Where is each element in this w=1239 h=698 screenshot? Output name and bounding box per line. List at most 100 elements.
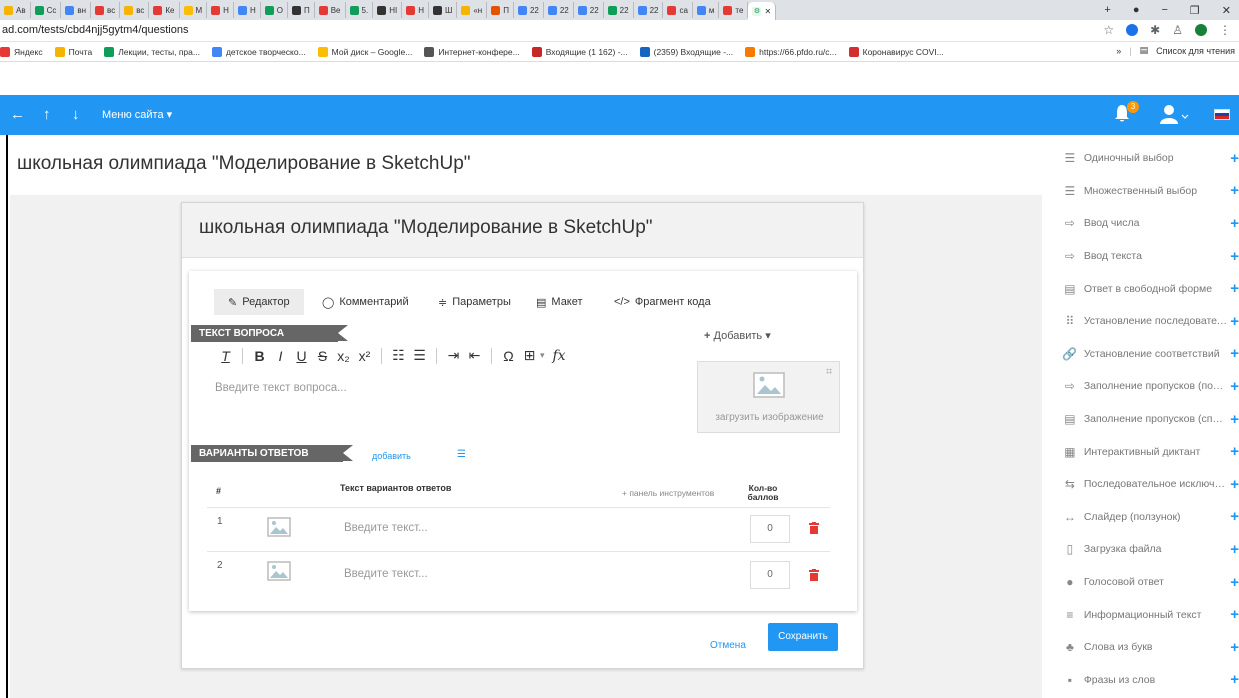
bookmark-item[interactable]: Лекции, тесты, пра... — [104, 46, 200, 57]
question-type-item[interactable]: ▤ Ответ в свободной форме + — [1052, 272, 1239, 305]
browser-tab[interactable]: те — [719, 2, 749, 18]
table-icon[interactable]: ⊞ — [519, 347, 540, 364]
add-plus-icon[interactable]: + — [1230, 541, 1239, 558]
user-icon[interactable] — [1160, 104, 1190, 124]
close-window-button[interactable]: ✕ — [1222, 4, 1231, 17]
add-plus-icon[interactable]: + — [1230, 182, 1239, 199]
add-plus-icon[interactable]: + — [1230, 443, 1239, 460]
question-type-item[interactable]: ⇆ Последовательное исключение + — [1052, 468, 1239, 501]
question-type-item[interactable]: ⇨ Заполнение пропусков (поле ввода)+ — [1052, 370, 1239, 403]
superscript-icon[interactable]: x² — [354, 348, 375, 364]
add-plus-icon[interactable]: + — [1230, 639, 1239, 656]
trash-icon[interactable] — [809, 569, 819, 581]
browser-tab[interactable]: Н — [234, 2, 261, 18]
browser-tab[interactable]: са — [663, 2, 693, 18]
question-text-input[interactable]: Введите текст вопроса... — [215, 382, 347, 394]
add-plus-icon[interactable]: + — [1230, 345, 1239, 362]
image-icon[interactable] — [267, 561, 291, 581]
question-type-item[interactable]: ▦ Интерактивный диктант + — [1052, 435, 1239, 468]
bookmark-item[interactable]: Почта — [54, 46, 92, 57]
close-tab-icon[interactable]: ✕ — [764, 7, 771, 16]
browser-tab[interactable]: Ш — [429, 2, 458, 18]
browser-tab[interactable]: 22 — [604, 2, 634, 18]
cancel-button[interactable]: Отмена — [710, 640, 746, 651]
bullet-list-icon[interactable]: ☰ — [409, 347, 430, 364]
crop-icon[interactable]: ⌗ — [826, 366, 832, 379]
special-char-icon[interactable]: Ω — [498, 348, 519, 364]
browser-tab[interactable]: П — [288, 2, 315, 18]
formula-icon[interactable]: fx — [549, 348, 570, 364]
add-plus-icon[interactable]: + — [1230, 248, 1239, 265]
bookmark-item[interactable]: Интернет-конфере... — [424, 46, 520, 57]
bookmark-item[interactable]: Входящие (1 162) -... — [531, 46, 628, 57]
question-type-item[interactable]: ⠿ Установление последовательности+ — [1052, 305, 1239, 338]
question-type-item[interactable]: ☰ Множественный выбор + — [1052, 175, 1239, 208]
profile-icon[interactable]: ● — [1133, 4, 1140, 16]
question-type-item[interactable]: ☰ Одиночный выбор + — [1052, 142, 1239, 175]
tab-parameters[interactable]: ≑ Параметры — [424, 289, 525, 315]
browser-tab[interactable]: П — [487, 2, 514, 18]
browser-tab[interactable]: вн — [61, 2, 92, 18]
subscript-icon[interactable]: x₂ — [333, 348, 354, 364]
account-icon[interactable]: ♙ — [1172, 23, 1183, 37]
browser-tab[interactable]: Ав — [0, 2, 31, 18]
browser-tab[interactable]: О — [261, 2, 288, 18]
add-plus-icon[interactable]: + — [1230, 508, 1239, 525]
browser-tab[interactable]: 22 — [544, 2, 574, 18]
browser-tab[interactable]: 22 — [634, 2, 664, 18]
add-plus-icon[interactable]: + — [1230, 476, 1239, 493]
browser-tab[interactable]: Н — [207, 2, 234, 18]
bookmark-item[interactable]: https://66.pfdo.ru/c... — [745, 46, 837, 57]
question-type-item[interactable]: ▯ Загрузка файла + — [1052, 533, 1239, 566]
browser-tab-active[interactable]: ⚙ ✕ — [748, 2, 777, 20]
save-button[interactable]: Сохранить — [768, 623, 838, 651]
browser-tab[interactable]: М — [180, 2, 208, 18]
indent-icon[interactable]: ⇥ — [443, 347, 464, 364]
score-input[interactable]: 0 — [750, 561, 790, 589]
tab-code-snippet[interactable]: </> Фрагмент кода — [600, 289, 725, 315]
add-plus-icon[interactable]: + — [1230, 150, 1239, 167]
url-field[interactable]: ad.com/tests/cbd4njj5gytm4/questions — [2, 24, 189, 36]
browser-tab[interactable]: «н — [457, 2, 488, 18]
bookmark-item[interactable]: детское творческо... — [211, 46, 306, 57]
add-answer-link[interactable]: добавить — [372, 451, 411, 461]
site-menu-button[interactable]: Меню сайта ▾ — [102, 108, 172, 121]
italic-icon[interactable]: I — [270, 348, 291, 364]
kebab-menu-icon[interactable]: ⋮ — [1219, 23, 1231, 37]
strikethrough-icon[interactable]: S — [312, 348, 333, 364]
down-arrow-icon[interactable]: ↓ — [72, 106, 80, 123]
question-type-item[interactable]: ⇨ Ввод текста + — [1052, 240, 1239, 273]
list-icon[interactable]: ☰ — [457, 449, 466, 460]
tab-comment[interactable]: ◯ Комментарий — [308, 289, 423, 315]
new-tab-button[interactable]: + — [1104, 4, 1110, 16]
answer-text-input[interactable]: Введите текст... — [344, 522, 428, 534]
add-plus-icon[interactable]: + — [1230, 313, 1239, 330]
add-plus-icon[interactable]: + — [1230, 574, 1239, 591]
back-arrow-icon[interactable]: ← — [10, 106, 25, 123]
underline-icon[interactable]: U — [291, 348, 312, 364]
browser-tab[interactable]: HI — [373, 2, 403, 18]
image-icon[interactable] — [267, 517, 291, 537]
question-type-item[interactable]: ↔ Слайдер (ползунок) + — [1052, 501, 1239, 534]
add-dropdown[interactable]: + Добавить ▾ — [704, 329, 771, 342]
question-type-item[interactable]: ▤ Заполнение пропусков (список) + — [1052, 403, 1239, 436]
tab-layout[interactable]: ▤ Макет — [522, 289, 597, 315]
clear-format-icon[interactable]: T — [215, 348, 236, 364]
star-icon[interactable]: ☆ — [1103, 23, 1114, 37]
trash-icon[interactable] — [809, 522, 819, 534]
browser-tab[interactable]: Н — [402, 2, 429, 18]
extension-icon[interactable] — [1126, 24, 1139, 36]
add-plus-icon[interactable]: + — [1230, 280, 1239, 297]
maximize-button[interactable]: ❐ — [1190, 4, 1200, 17]
question-type-item[interactable]: ▪ Фразы из слов + — [1052, 664, 1239, 697]
reading-list-button[interactable]: Список для чтения — [1156, 46, 1235, 56]
browser-tab[interactable]: 22 — [574, 2, 604, 18]
language-flag-icon[interactable] — [1214, 109, 1230, 120]
bookmark-item[interactable]: Мой диск – Google... — [317, 46, 412, 57]
browser-tab[interactable]: 22 — [514, 2, 544, 18]
question-type-item[interactable]: ♣ Слова из букв + — [1052, 631, 1239, 664]
browser-tab[interactable]: вс — [120, 2, 150, 18]
more-bookmarks-button[interactable]: » — [1116, 46, 1121, 56]
browser-tab[interactable]: вс — [91, 2, 121, 18]
table-caret-icon[interactable]: ▾ — [540, 350, 545, 361]
